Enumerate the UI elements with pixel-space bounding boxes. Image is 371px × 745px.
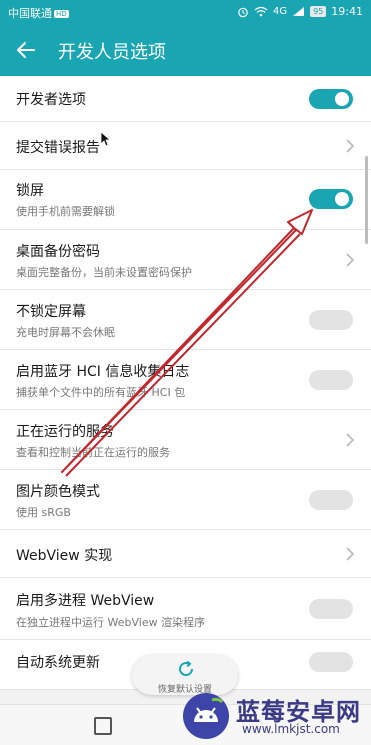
status-icons: 4G 95 19:41 — [237, 5, 363, 18]
carrier-name: 中国联通 — [8, 7, 52, 20]
scrollbar[interactable] — [365, 156, 368, 244]
setting-lock-screen[interactable]: 锁屏 使用手机前需要解锁 — [0, 170, 371, 230]
lock-screen-toggle[interactable] — [309, 189, 353, 209]
picture-color-mode-toggle[interactable] — [309, 490, 353, 510]
setting-label: 自动系统更新 — [16, 655, 100, 671]
setting-webview-implementation[interactable]: WebView 实现 — [0, 530, 371, 578]
setting-label: 桌面备份密码 — [16, 244, 100, 260]
setting-label: 图片颜色模式 — [16, 484, 100, 500]
setting-description: 使用 sRGB — [16, 506, 71, 519]
settings-list: 开发者选项 提交错误报告 锁屏 使用手机前需要解锁 桌面备份密码 桌面完整备份，… — [0, 76, 371, 690]
android-logo-icon — [183, 693, 229, 739]
site-watermark: 蓝莓安卓网 www.lmkjst.com — [176, 688, 368, 742]
stay-awake-toggle[interactable] — [309, 310, 353, 330]
app-bar: 开发人员选项 — [0, 24, 371, 76]
bluetooth-hci-log-toggle[interactable] — [309, 370, 353, 390]
chevron-right-icon — [346, 433, 355, 447]
setting-label: 启用多进程 WebView — [16, 593, 155, 609]
toggle-knob — [335, 92, 349, 106]
setting-label: 开发者选项 — [16, 92, 86, 108]
setting-running-services[interactable]: 正在运行的服务 查看和控制当前正在运行的服务 — [0, 410, 371, 470]
toggle-knob — [335, 192, 349, 206]
status-bar: 中国联通 HD 4G 95 19:41 — [0, 0, 371, 24]
setting-label: 正在运行的服务 — [16, 424, 114, 440]
setting-description: 捕获单个文件中的所有蓝牙 HCI 包 — [16, 386, 186, 399]
battery-level: 95 — [310, 6, 327, 17]
watermark-url: www.lmkjst.com — [242, 722, 340, 736]
arrow-left-icon[interactable] — [14, 38, 38, 62]
wifi-icon — [254, 6, 268, 17]
setting-description: 桌面完整备份，当前未设置密码保护 — [16, 266, 192, 279]
page-title: 开发人员选项 — [58, 42, 166, 63]
developer-options-toggle[interactable] — [309, 89, 353, 109]
carrier-badge: HD — [54, 10, 69, 18]
refresh-icon — [179, 660, 194, 677]
setting-label: 锁屏 — [16, 183, 44, 199]
signal-icon — [293, 7, 305, 16]
carrier: 中国联通 HD — [8, 5, 69, 21]
mouse-cursor-icon — [100, 131, 110, 147]
chevron-right-icon — [346, 139, 355, 153]
setting-description: 在独立进程中运行 WebView 渲染程序 — [16, 616, 206, 629]
setting-label: WebView 实现 — [16, 548, 113, 564]
setting-stay-awake[interactable]: 不锁定屏幕 充电时屏幕不会休眠 — [0, 290, 371, 350]
setting-label: 提交错误报告 — [16, 140, 100, 156]
setting-bluetooth-hci-log[interactable]: 启用蓝牙 HCI 信息收集日志 捕获单个文件中的所有蓝牙 HCI 包 — [0, 350, 371, 410]
setting-developer-options[interactable]: 开发者选项 — [0, 76, 371, 122]
setting-backup-password[interactable]: 桌面备份密码 桌面完整备份，当前未设置密码保护 — [0, 230, 371, 290]
clock: 19:41 — [331, 5, 363, 18]
auto-system-update-toggle[interactable] — [309, 652, 353, 672]
recents-icon[interactable] — [94, 717, 112, 735]
setting-description: 充电时屏幕不会休眠 — [16, 326, 115, 339]
multiprocess-webview-toggle[interactable] — [309, 599, 353, 619]
setting-description: 查看和控制当前正在运行的服务 — [16, 446, 170, 459]
chevron-right-icon — [346, 253, 355, 267]
alarm-icon — [238, 7, 248, 17]
setting-label: 启用蓝牙 HCI 信息收集日志 — [16, 364, 190, 380]
network-type: 4G — [272, 6, 288, 17]
setting-picture-color-mode[interactable]: 图片颜色模式 使用 sRGB — [0, 470, 371, 530]
setting-bug-report[interactable]: 提交错误报告 — [0, 122, 371, 170]
chevron-right-icon — [346, 547, 355, 561]
setting-multiprocess-webview[interactable]: 启用多进程 WebView 在独立进程中运行 WebView 渲染程序 — [0, 578, 371, 640]
setting-description: 使用手机前需要解锁 — [16, 205, 115, 218]
setting-label: 不锁定屏幕 — [16, 304, 86, 320]
